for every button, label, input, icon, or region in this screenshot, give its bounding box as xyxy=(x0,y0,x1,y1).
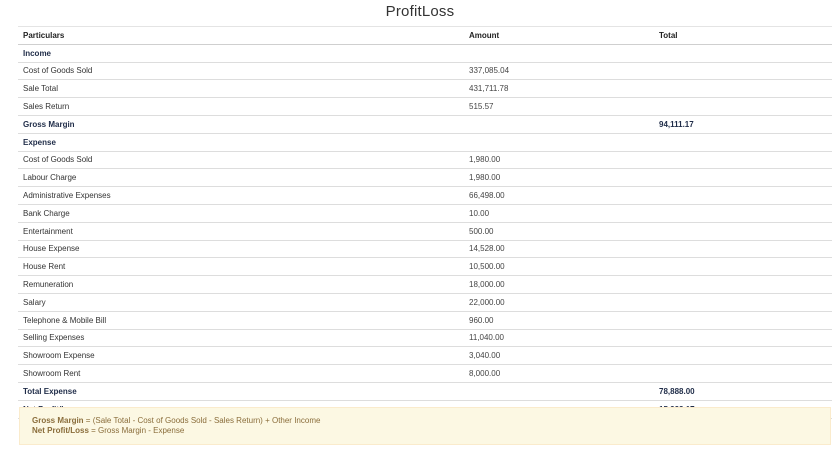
row-label: Showroom Rent xyxy=(18,364,464,383)
row-amount: 22,000.00 xyxy=(464,292,654,312)
row-label: Administrative Expenses xyxy=(18,186,464,205)
table-row: Cost of Goods Sold 1,980.00 xyxy=(18,150,832,169)
profit-loss-table: Particulars Amount Total Income Cost of G… xyxy=(18,26,832,419)
row-total xyxy=(654,239,832,258)
table-row: House Expense 14,528.00 xyxy=(18,239,832,258)
row-amount: 10.00 xyxy=(464,203,654,223)
row-total xyxy=(654,186,832,205)
row-amount: 515.57 xyxy=(464,97,654,116)
row-label: Total Expense xyxy=(18,381,464,401)
row-total xyxy=(654,328,832,347)
row-amount: 3,040.00 xyxy=(464,346,654,365)
table-row: House Rent 10,500.00 xyxy=(18,257,832,276)
row-label: Sale Total xyxy=(18,79,464,98)
row-label: Salary xyxy=(18,292,464,312)
table-header-row: Particulars Amount Total xyxy=(18,26,832,45)
row-label: House Rent xyxy=(18,257,464,276)
table-row: Administrative Expenses 66,498.00 xyxy=(18,186,832,205)
table-row: Income xyxy=(18,43,832,63)
row-label: Cost of Goods Sold xyxy=(18,150,464,169)
row-total xyxy=(654,292,832,312)
row-amount: 11,040.00 xyxy=(464,328,654,347)
row-total xyxy=(654,275,832,294)
row-total xyxy=(654,364,832,383)
table-row: Remuneration 18,000.00 xyxy=(18,275,832,294)
row-label: Remuneration xyxy=(18,275,464,294)
row-total xyxy=(654,257,832,276)
table-row: Showroom Rent 8,000.00 xyxy=(18,364,832,383)
column-header-total: Total xyxy=(654,26,832,45)
row-amount: 66,498.00 xyxy=(464,186,654,205)
page-title: ProfitLoss xyxy=(385,3,455,20)
net-profit-formula-line: Net Profit/Loss = Gross Margin - Expense xyxy=(32,426,830,436)
table-body: Income Cost of Goods Sold 337,085.04 Sale T… xyxy=(18,43,832,419)
row-amount: 1,980.00 xyxy=(464,150,654,169)
column-header-particulars: Particulars xyxy=(18,26,464,45)
row-amount xyxy=(464,381,654,401)
row-label: Expense xyxy=(18,132,464,152)
table-row: Gross Margin 94,111.17 xyxy=(18,114,832,134)
table-row: Sales Return 515.57 xyxy=(18,97,832,116)
row-total xyxy=(654,150,832,169)
row-total: 78,888.00 xyxy=(654,381,832,401)
row-label: Bank Charge xyxy=(18,203,464,223)
table-row: Salary 22,000.00 xyxy=(18,292,832,312)
row-total xyxy=(654,43,832,63)
table-row: Selling Expenses 11,040.00 xyxy=(18,328,832,347)
row-total xyxy=(654,346,832,365)
table-row: Expense xyxy=(18,132,832,152)
row-total xyxy=(654,132,832,152)
row-label: Selling Expenses xyxy=(18,328,464,347)
row-label: Cost of Goods Sold xyxy=(18,61,464,80)
gross-margin-formula-text: = (Sale Total - Cost of Goods Sold - Sal… xyxy=(83,416,321,425)
row-amount xyxy=(464,114,654,134)
row-amount: 8,000.00 xyxy=(464,364,654,383)
row-label: Labour Charge xyxy=(18,168,464,187)
row-amount xyxy=(464,132,654,152)
row-total xyxy=(654,221,832,241)
table-row: Sale Total 431,711.78 xyxy=(18,79,832,98)
formula-note: Gross Margin = (Sale Total - Cost of Goo… xyxy=(19,407,831,445)
row-amount: 960.00 xyxy=(464,310,654,330)
row-amount: 18,000.00 xyxy=(464,275,654,294)
row-amount: 1,980.00 xyxy=(464,168,654,187)
table-row: Cost of Goods Sold 337,085.04 xyxy=(18,61,832,80)
row-total xyxy=(654,79,832,98)
row-total: 94,111.17 xyxy=(654,114,832,134)
table-row: Bank Charge 10.00 xyxy=(18,203,832,223)
row-amount: 14,528.00 xyxy=(464,239,654,258)
row-label: Income xyxy=(18,43,464,63)
net-profit-formula-text: = Gross Margin - Expense xyxy=(88,426,185,435)
row-amount: 500.00 xyxy=(464,221,654,241)
row-total xyxy=(654,203,832,223)
row-label: Gross Margin xyxy=(18,114,464,134)
table-row: Labour Charge 1,980.00 xyxy=(18,168,832,187)
table-row: Entertainment 500.00 xyxy=(18,221,832,241)
row-total xyxy=(654,168,832,187)
table-row: Total Expense 78,888.00 xyxy=(18,381,832,401)
row-amount xyxy=(464,43,654,63)
table-row: Telephone & Mobile Bill 960.00 xyxy=(18,310,832,330)
row-label: Showroom Expense xyxy=(18,346,464,365)
row-total xyxy=(654,97,832,116)
row-total xyxy=(654,61,832,80)
gross-margin-formula-line: Gross Margin = (Sale Total - Cost of Goo… xyxy=(32,416,830,426)
column-header-amount: Amount xyxy=(464,26,654,45)
row-amount: 10,500.00 xyxy=(464,257,654,276)
net-profit-formula-label: Net Profit/Loss xyxy=(32,426,89,435)
row-label: Telephone & Mobile Bill xyxy=(18,310,464,330)
table-row: Showroom Expense 3,040.00 xyxy=(18,346,832,365)
row-label: Entertainment xyxy=(18,221,464,241)
row-amount: 431,711.78 xyxy=(464,79,654,98)
row-label: House Expense xyxy=(18,239,464,258)
row-amount: 337,085.04 xyxy=(464,61,654,80)
gross-margin-formula-label: Gross Margin xyxy=(32,416,84,425)
row-total xyxy=(654,310,832,330)
row-label: Sales Return xyxy=(18,97,464,116)
